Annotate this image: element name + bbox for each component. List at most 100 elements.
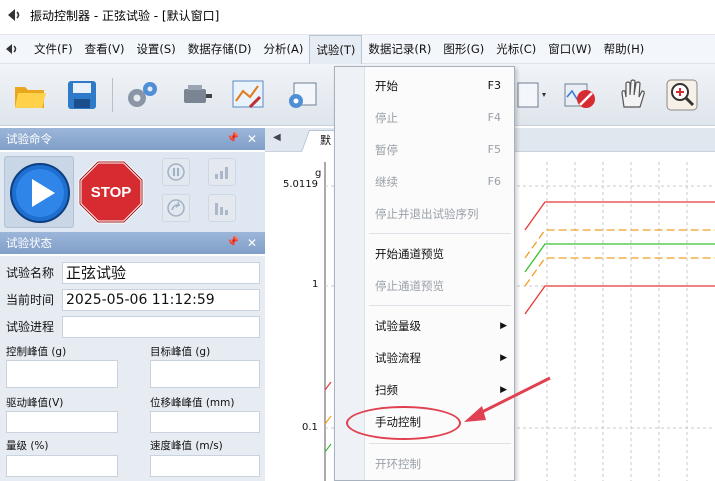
title-bar: 振动控制器 - 正弦试验 - [默认窗口] xyxy=(0,0,715,30)
settings-gears-icon[interactable] xyxy=(124,77,160,113)
menu-item-resume[interactable]: 继续 F6 xyxy=(365,169,515,195)
menu-data-record[interactable]: 数据记录(R) xyxy=(362,37,437,61)
level-down-button[interactable] xyxy=(208,194,236,222)
shortcut-label: F5 xyxy=(487,143,501,156)
y-tick-label: 1 xyxy=(312,279,319,290)
config-icon[interactable] xyxy=(284,77,320,113)
menu-view[interactable]: 查看(V) xyxy=(79,37,131,61)
hand-icon[interactable] xyxy=(614,77,650,113)
close-icon[interactable]: ✕ xyxy=(247,232,257,254)
menu-item-label: 继续 xyxy=(375,175,398,189)
control-peak-field xyxy=(6,360,118,388)
resume-icon xyxy=(167,199,185,217)
test-command-panel: STOP xyxy=(0,152,265,232)
level-label: 量级 (%) xyxy=(6,440,49,452)
menu-settings[interactable]: 设置(S) xyxy=(130,37,181,61)
window-title: 振动控制器 - 正弦试验 - [默认窗口] xyxy=(30,8,220,23)
menu-item-label: 停止并退出试验序列 xyxy=(375,207,479,221)
accelerometer-icon[interactable] xyxy=(178,77,214,113)
menu-cursor[interactable]: 光标(C) xyxy=(490,37,542,61)
menu-item-open-loop-control[interactable]: 开环控制 xyxy=(365,451,515,477)
menu-data-storage[interactable]: 数据存储(D) xyxy=(182,37,258,61)
menu-file[interactable]: 文件(F) xyxy=(28,37,79,61)
tab-label: 默 xyxy=(320,134,331,147)
shortcut-label: F6 xyxy=(487,175,501,188)
drive-peak-field xyxy=(6,411,118,433)
test-name-field: 正弦试验 xyxy=(62,262,260,284)
menu-separator xyxy=(369,233,511,234)
play-icon xyxy=(10,163,70,223)
menu-help[interactable]: 帮助(H) xyxy=(598,37,651,61)
save-icon[interactable] xyxy=(64,77,100,113)
scope-icon[interactable] xyxy=(516,77,552,113)
menu-item-test-flow[interactable]: 试验流程 ▶ xyxy=(365,345,515,371)
target-peak-field xyxy=(150,360,260,388)
control-peak-label: 控制峰值 (g) xyxy=(6,346,67,358)
pin-icon[interactable]: 📌 xyxy=(227,128,239,150)
test-name-label: 试验名称 xyxy=(6,266,55,280)
bars-down-icon xyxy=(215,203,228,215)
y-tick-label: 0.1 xyxy=(302,422,318,433)
test-status-panel: 试验名称 正弦试验 当前时间 2025-05-06 11:12:59 试验进程 … xyxy=(0,256,265,481)
progress-label: 试验进程 xyxy=(6,320,55,334)
velocity-peak-label: 速度峰值 (m/s) xyxy=(150,440,223,452)
y-axis-unit: g xyxy=(315,168,322,179)
pause-button[interactable] xyxy=(162,158,190,186)
stop-record-icon[interactable] xyxy=(562,77,598,113)
displacement-peak-field xyxy=(150,411,260,433)
submenu-arrow-icon: ▶ xyxy=(500,353,507,363)
menu-item-label: 试验流程 xyxy=(375,351,421,365)
progress-field xyxy=(62,316,260,338)
test-status-panel-title: 试验状态 xyxy=(6,236,52,250)
level-field xyxy=(6,455,118,477)
app-logo-icon xyxy=(8,9,20,21)
current-time-label: 当前时间 xyxy=(6,293,55,307)
start-test-button[interactable] xyxy=(4,156,74,228)
submenu-arrow-icon: ▶ xyxy=(500,321,507,331)
resume-button[interactable] xyxy=(162,194,190,222)
bars-up-icon xyxy=(215,167,228,179)
shortcut-label: F4 xyxy=(487,111,501,124)
menu-item-label: 停止 xyxy=(375,111,398,125)
menu-analysis[interactable]: 分析(A) xyxy=(258,37,310,61)
open-folder-icon[interactable] xyxy=(12,77,48,113)
pin-icon[interactable]: 📌 xyxy=(227,232,239,254)
annotation-ellipse xyxy=(346,406,461,440)
menu-item-label: 开始 xyxy=(375,79,398,93)
stop-test-button[interactable]: STOP xyxy=(76,156,146,228)
menu-item-test-level[interactable]: 试验量级 ▶ xyxy=(365,313,515,339)
menu-test[interactable]: 试验(T) xyxy=(309,35,363,65)
pause-icon xyxy=(167,163,185,181)
target-peak-label: 目标峰值 (g) xyxy=(150,346,211,358)
velocity-peak-field xyxy=(150,455,260,477)
toolbar-separator xyxy=(112,78,113,112)
menu-separator xyxy=(369,443,511,444)
menu-item-label: 开始通道预览 xyxy=(375,247,444,261)
menu-item-pause[interactable]: 暂停 F5 xyxy=(365,137,515,163)
tab-scroll-left-icon[interactable]: ◀ xyxy=(273,132,281,143)
current-time-field: 2025-05-06 11:12:59 xyxy=(62,289,260,311)
drive-peak-label: 驱动峰值(V) xyxy=(6,397,64,409)
menu-item-label: 开环控制 xyxy=(375,457,421,471)
menu-item-start-channel-preview[interactable]: 开始通道预览 xyxy=(365,241,515,267)
shortcut-label: F3 xyxy=(487,79,501,92)
menu-item-stop-exit-sequence[interactable]: 停止并退出试验序列 xyxy=(365,201,515,227)
stop-label: STOP xyxy=(90,184,132,201)
chart-edit-icon[interactable] xyxy=(230,77,266,113)
close-icon[interactable]: ✕ xyxy=(247,128,257,150)
menu-item-label: 停止通道预览 xyxy=(375,279,444,293)
app-menu-icon[interactable] xyxy=(4,42,20,56)
menu-item-stop-channel-preview[interactable]: 停止通道预览 xyxy=(365,273,515,299)
menu-item-label: 暂停 xyxy=(375,143,398,157)
zoom-icon[interactable] xyxy=(664,77,700,113)
test-status-panel-header: 试验状态 📌 ✕ xyxy=(0,232,265,254)
test-command-panel-header: 试验命令 📌 ✕ xyxy=(0,128,265,150)
menu-item-label: 扫频 xyxy=(375,383,398,397)
menu-bar: 文件(F) 查看(V) 设置(S) 数据存储(D) 分析(A) 试验(T) 数据… xyxy=(0,34,715,65)
level-up-button[interactable] xyxy=(208,158,236,186)
menu-item-label: 试验量级 xyxy=(375,319,421,333)
menu-graph[interactable]: 图形(G) xyxy=(437,37,490,61)
menu-window[interactable]: 窗口(W) xyxy=(542,37,597,61)
menu-item-start[interactable]: 开始 F3 xyxy=(365,73,515,99)
menu-item-stop[interactable]: 停止 F4 xyxy=(365,105,515,131)
